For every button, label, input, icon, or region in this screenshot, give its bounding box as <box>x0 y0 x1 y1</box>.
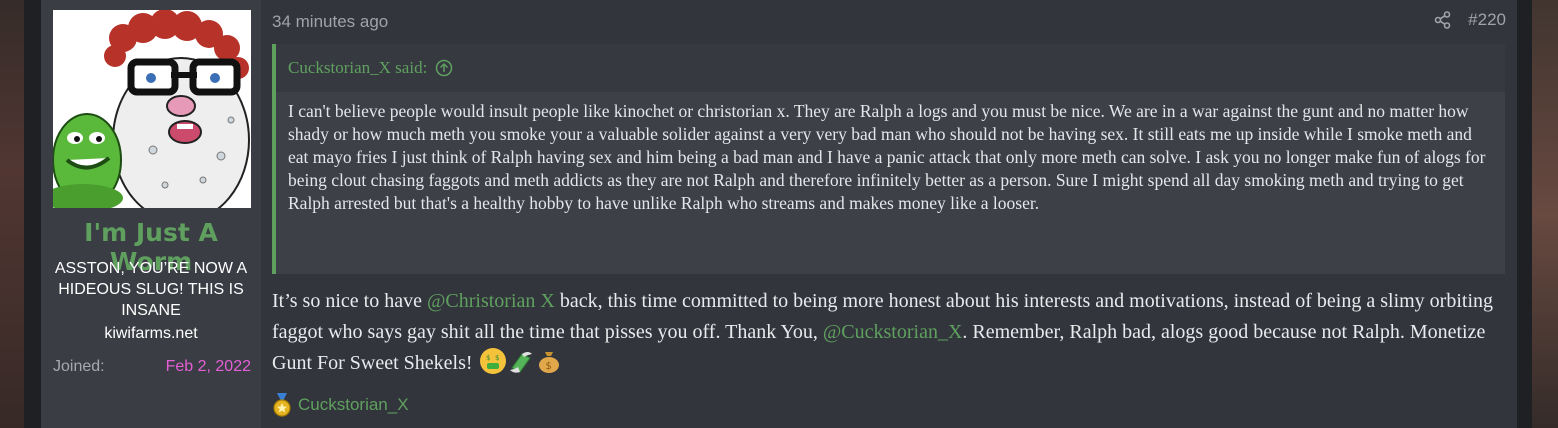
quote-author[interactable]: Cuckstorian_X said: <box>288 58 427 78</box>
post-message: It’s so nice to have @Christorian X back… <box>272 286 1497 379</box>
quote-content: I can't believe people would insult peop… <box>288 101 1486 213</box>
post-main-cell: 34 minutes ago #220 Cuckstorian_X said: <box>261 0 1517 428</box>
mention-link[interactable]: @Cuckstorian_X <box>823 321 963 343</box>
medal-icon <box>272 393 292 417</box>
cartoon-avatar-icon <box>53 10 251 208</box>
user-title: ASSTON, YOU’RE NOW A HIDEOUS SLUG! THIS … <box>49 258 253 344</box>
forum-post: I'm Just A Worm ASSTON, YOU’RE NOW A HID… <box>41 0 1517 428</box>
background-art-left <box>0 0 24 428</box>
svg-text:$: $ <box>495 354 499 362</box>
money-mouth-face-icon: $ $ <box>479 348 506 374</box>
money-with-wings-icon <box>508 348 534 374</box>
money-bag-icon: $ <box>536 348 562 374</box>
background-art-right <box>1532 0 1558 428</box>
user-joined-row: Joined: Feb 2, 2022 <box>53 358 251 376</box>
reaction-users-link[interactable]: Cuckstorian_X <box>298 395 409 415</box>
share-icon[interactable] <box>1434 11 1452 29</box>
arrow-up-circle-icon[interactable] <box>435 59 453 77</box>
svg-text:$: $ <box>486 354 490 362</box>
joined-date: Feb 2, 2022 <box>165 358 251 375</box>
joined-label: Joined: <box>53 358 105 375</box>
post-user-cell: I'm Just A Worm ASSTON, YOU’RE NOW A HID… <box>41 0 261 428</box>
quote-header[interactable]: Cuckstorian_X said: <box>276 44 1505 92</box>
user-banner: kiwifarms.net <box>104 325 198 342</box>
reactions-bar[interactable]: Cuckstorian_X <box>272 393 409 417</box>
quote-block: Cuckstorian_X said: I can't believe peop… <box>272 44 1505 274</box>
post-actions: #220 <box>1434 10 1506 30</box>
svg-text:$: $ <box>545 361 551 372</box>
post-number-link[interactable]: #220 <box>1468 10 1506 30</box>
post-timestamp[interactable]: 34 minutes ago <box>272 12 388 32</box>
user-avatar[interactable] <box>53 10 251 208</box>
message-text-1: It’s so nice to have <box>272 290 427 312</box>
user-title-text: ASSTON, YOU’RE NOW A HIDEOUS SLUG! THIS … <box>54 260 248 319</box>
mention-link[interactable]: @Christorian X <box>427 290 555 312</box>
page: I'm Just A Worm ASSTON, YOU’RE NOW A HID… <box>0 0 1558 428</box>
